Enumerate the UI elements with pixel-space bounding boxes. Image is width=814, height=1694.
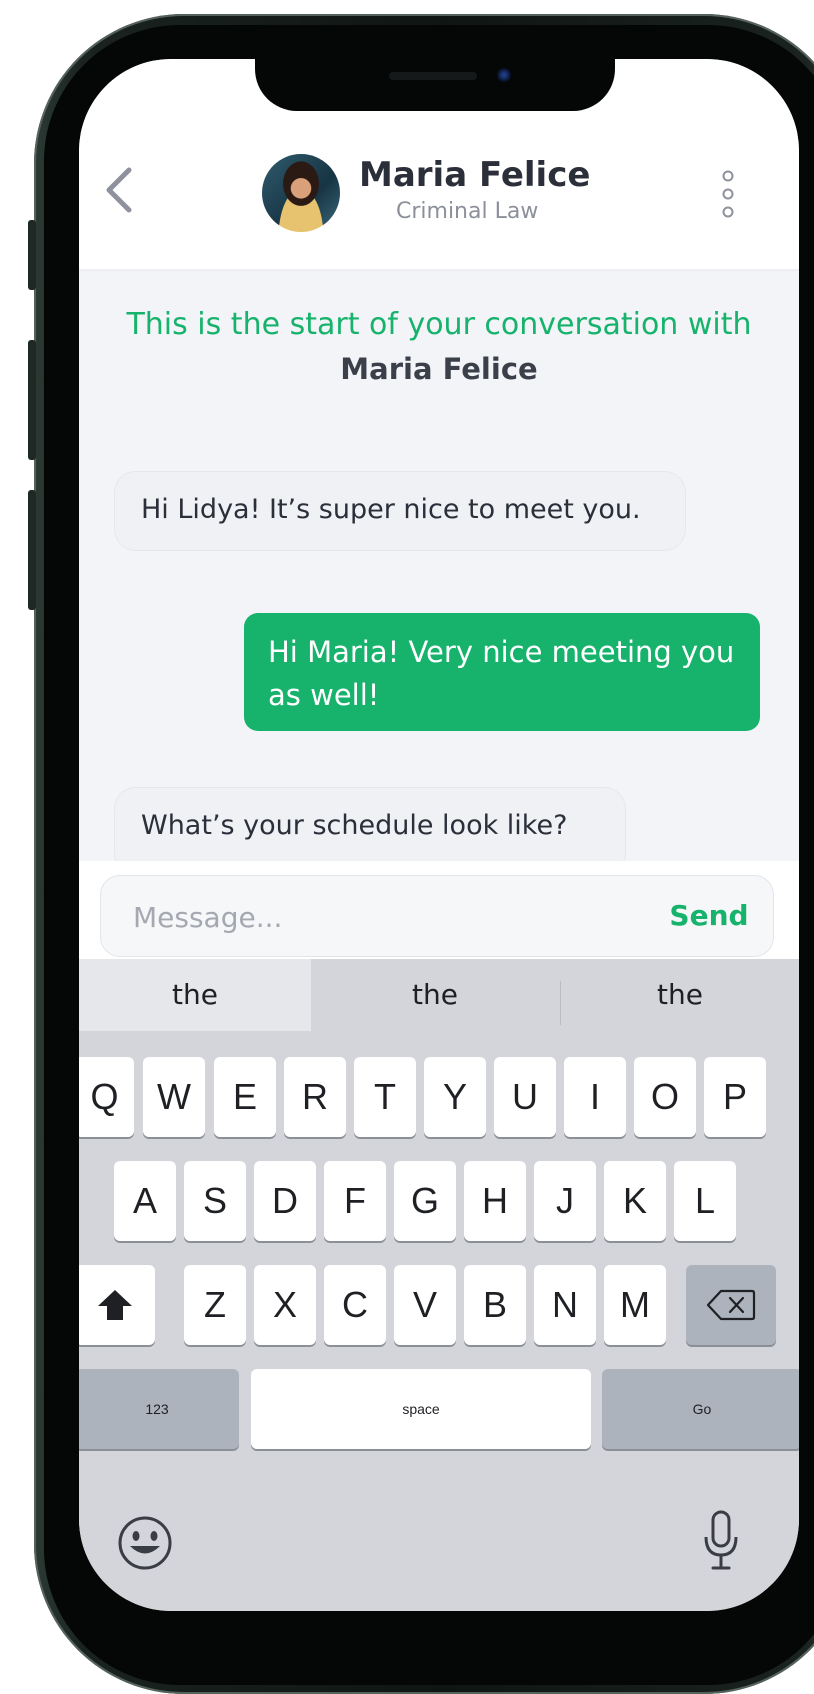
message-text: What’s your schedule look like?: [141, 810, 568, 841]
key-x[interactable]: X: [254, 1265, 316, 1345]
key-t[interactable]: T: [354, 1057, 416, 1137]
suggestion-1[interactable]: the: [79, 959, 311, 1031]
smiley-icon: [118, 1516, 172, 1570]
send-button[interactable]: Send: [659, 896, 759, 936]
numbers-key[interactable]: 123: [79, 1369, 239, 1449]
key-q[interactable]: Q: [79, 1057, 134, 1137]
key-h[interactable]: H: [464, 1161, 526, 1241]
chevron-left-icon: [106, 167, 132, 213]
key-k[interactable]: K: [604, 1161, 666, 1241]
go-key[interactable]: Go: [602, 1369, 799, 1449]
mute-button: [28, 490, 36, 610]
emoji-button[interactable]: [117, 1515, 173, 1571]
space-key[interactable]: space: [251, 1369, 591, 1449]
keyboard: the the the Q W E R T Y U I O P A S D F …: [79, 959, 799, 1611]
message-text: Hi Lidya! It’s super nice to meet you.: [141, 494, 641, 525]
key-n[interactable]: N: [534, 1265, 596, 1345]
key-g[interactable]: G: [394, 1161, 456, 1241]
shift-key[interactable]: [79, 1265, 155, 1345]
conversation-start-text: This is the start of your conversation w…: [126, 307, 752, 342]
key-c[interactable]: C: [324, 1265, 386, 1345]
key-m[interactable]: M: [604, 1265, 666, 1345]
key-f[interactable]: F: [324, 1161, 386, 1241]
conversation-start-name: Maria Felice: [340, 352, 538, 386]
key-u[interactable]: U: [494, 1057, 556, 1137]
shift-arrow-icon: [98, 1290, 132, 1320]
key-o[interactable]: O: [634, 1057, 696, 1137]
suggestion-3[interactable]: the: [561, 959, 799, 1031]
contact-practice-area: Criminal Law: [396, 199, 539, 224]
key-i[interactable]: I: [564, 1057, 626, 1137]
key-b[interactable]: B: [464, 1265, 526, 1345]
message-input-box: Send: [100, 875, 774, 957]
key-a[interactable]: A: [114, 1161, 176, 1241]
dictation-button[interactable]: [701, 1509, 741, 1573]
front-camera: [497, 68, 511, 82]
key-y[interactable]: Y: [424, 1057, 486, 1137]
vertical-dots-icon: [722, 170, 734, 218]
backspace-key[interactable]: [686, 1265, 776, 1345]
avatar[interactable]: [262, 154, 340, 232]
key-s[interactable]: S: [184, 1161, 246, 1241]
message-composer: Send: [79, 861, 799, 959]
key-j[interactable]: J: [534, 1161, 596, 1241]
earpiece-speaker: [389, 72, 477, 80]
key-l[interactable]: L: [674, 1161, 736, 1241]
phone-screen: Maria Felice Criminal Law This is the st…: [79, 59, 799, 1611]
key-d[interactable]: D: [254, 1161, 316, 1241]
backspace-icon: [706, 1289, 756, 1321]
volume-down-button: [28, 340, 36, 460]
key-e[interactable]: E: [214, 1057, 276, 1137]
message-incoming[interactable]: Hi Lidya! It’s super nice to meet you.: [114, 471, 686, 551]
key-p[interactable]: P: [704, 1057, 766, 1137]
volume-up-button: [28, 220, 36, 290]
more-options-button[interactable]: [719, 169, 737, 219]
message-text: Hi Maria! Very nice meeting you as well!: [268, 635, 735, 712]
back-button[interactable]: [99, 164, 139, 216]
key-w[interactable]: W: [143, 1057, 205, 1137]
message-input[interactable]: [131, 896, 595, 938]
microphone-icon: [704, 1510, 738, 1570]
key-z[interactable]: Z: [184, 1265, 246, 1345]
camera-notch: [255, 59, 615, 111]
contact-name: Maria Felice: [359, 155, 591, 195]
key-v[interactable]: V: [394, 1265, 456, 1345]
key-r[interactable]: R: [284, 1057, 346, 1137]
suggestion-2[interactable]: the: [311, 959, 559, 1031]
message-outgoing[interactable]: Hi Maria! Very nice meeting you as well!: [244, 613, 760, 731]
